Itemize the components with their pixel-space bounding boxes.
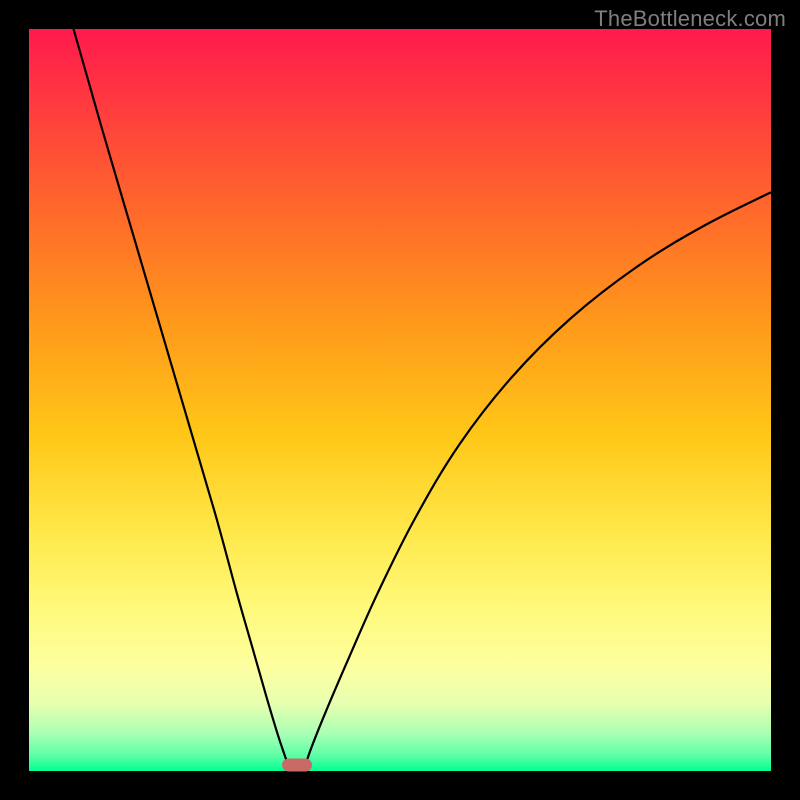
plot-area — [29, 29, 771, 771]
bottleneck-marker — [282, 759, 312, 772]
watermark-text: TheBottleneck.com — [594, 6, 786, 32]
curve-right-branch — [304, 192, 771, 771]
chart-frame: TheBottleneck.com — [0, 0, 800, 800]
curve-left-branch — [74, 29, 291, 771]
bottleneck-curve — [29, 29, 771, 771]
